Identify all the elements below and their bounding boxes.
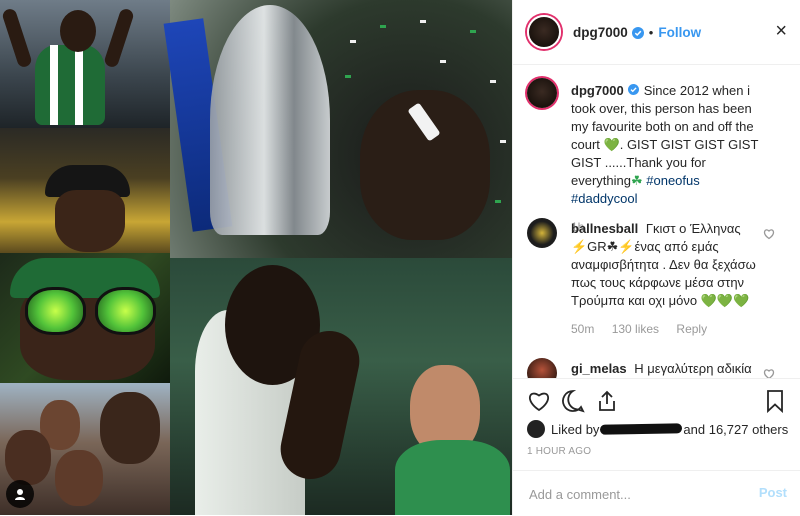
confetti xyxy=(345,75,351,78)
caption-body: dpg7000 Since 2012 when i took over, this… xyxy=(571,82,767,236)
confetti xyxy=(495,200,501,203)
comment-likes[interactable]: 130 likes xyxy=(612,322,659,336)
tagged-users-icon[interactable] xyxy=(6,480,34,508)
comment-username[interactable]: ballnesball xyxy=(571,221,638,236)
comment-time[interactable]: 50m xyxy=(571,322,594,336)
collage-figure xyxy=(55,450,103,506)
action-bar xyxy=(513,378,800,419)
comment-avatar[interactable] xyxy=(527,218,557,248)
green-heart-emoji: 💚 xyxy=(603,137,620,152)
author-avatar[interactable] xyxy=(527,15,561,49)
comment-text: Η μεγαλύτερη αδικία xyxy=(634,361,752,376)
heart-icon[interactable] xyxy=(527,389,551,413)
verified-badge-icon xyxy=(631,26,644,39)
share-icon[interactable] xyxy=(595,389,619,413)
comment-icon[interactable] xyxy=(561,389,585,413)
collage-figure xyxy=(25,287,86,335)
post-comment-button[interactable]: Post xyxy=(759,485,787,500)
confetti xyxy=(470,30,476,33)
post-image-collage[interactable] xyxy=(0,0,512,515)
verified-badge-icon xyxy=(627,82,640,95)
add-comment-bar: Post xyxy=(513,470,800,516)
author-username[interactable]: dpg7000 xyxy=(573,25,628,40)
comment-avatar[interactable] xyxy=(527,358,557,378)
comment-like-heart-icon[interactable] xyxy=(763,228,775,240)
collage-figure xyxy=(35,45,105,125)
collage-figure xyxy=(210,5,330,235)
caption-avatar[interactable] xyxy=(527,78,557,108)
collage-figure xyxy=(100,392,160,464)
post-header: dpg7000 • Follow × xyxy=(513,0,800,65)
post-timestamp[interactable]: 1 HOUR AGO xyxy=(527,446,591,457)
collage-figure xyxy=(75,45,83,125)
confetti xyxy=(350,40,356,43)
comment-body: gi_melas Η μεγαλύτερη αδικία xyxy=(571,360,767,378)
shamrock-emoji: ☘ xyxy=(630,173,643,188)
close-icon[interactable]: × xyxy=(775,21,787,41)
post-details-pane: dpg7000 • Follow × dpg7000 Since 2012 whe… xyxy=(512,0,800,515)
collage-figure xyxy=(95,287,156,335)
likes-summary[interactable]: Liked by and 16,727 others xyxy=(527,420,788,438)
hashtag-link[interactable]: #oneofus xyxy=(646,173,700,188)
redacted-username xyxy=(600,423,683,435)
confetti xyxy=(490,80,496,83)
collage-figure xyxy=(395,440,510,515)
likes-count[interactable]: and 16,727 others xyxy=(683,422,788,437)
confetti xyxy=(440,60,446,63)
separator-dot: • xyxy=(648,24,654,40)
caption-username[interactable]: dpg7000 xyxy=(571,83,624,98)
confetti xyxy=(380,25,386,28)
follow-button[interactable]: Follow xyxy=(658,25,701,40)
confetti xyxy=(420,20,426,23)
reply-button[interactable]: Reply xyxy=(676,322,707,336)
likes-prefix: Liked by xyxy=(551,421,600,437)
bookmark-icon[interactable] xyxy=(763,389,787,413)
comments-list[interactable]: dpg7000 Since 2012 when i took over, this… xyxy=(513,64,800,378)
add-comment-input[interactable] xyxy=(527,481,746,507)
comment-body: ballnesball Γκιστ ο Έλληνας ⚡GR☘⚡ένας απ… xyxy=(571,220,767,338)
collage-figure xyxy=(50,45,58,125)
collage-figure xyxy=(60,10,96,52)
comment-username[interactable]: gi_melas xyxy=(571,361,627,376)
comment-like-heart-icon[interactable] xyxy=(763,368,775,378)
liker-avatar[interactable] xyxy=(527,420,545,438)
collage-figure xyxy=(55,190,125,252)
hashtag-link[interactable]: #daddycool xyxy=(571,191,638,206)
comment-meta: 50m 130 likes Reply xyxy=(571,320,767,338)
collage-figure xyxy=(5,430,51,485)
confetti xyxy=(500,140,506,143)
